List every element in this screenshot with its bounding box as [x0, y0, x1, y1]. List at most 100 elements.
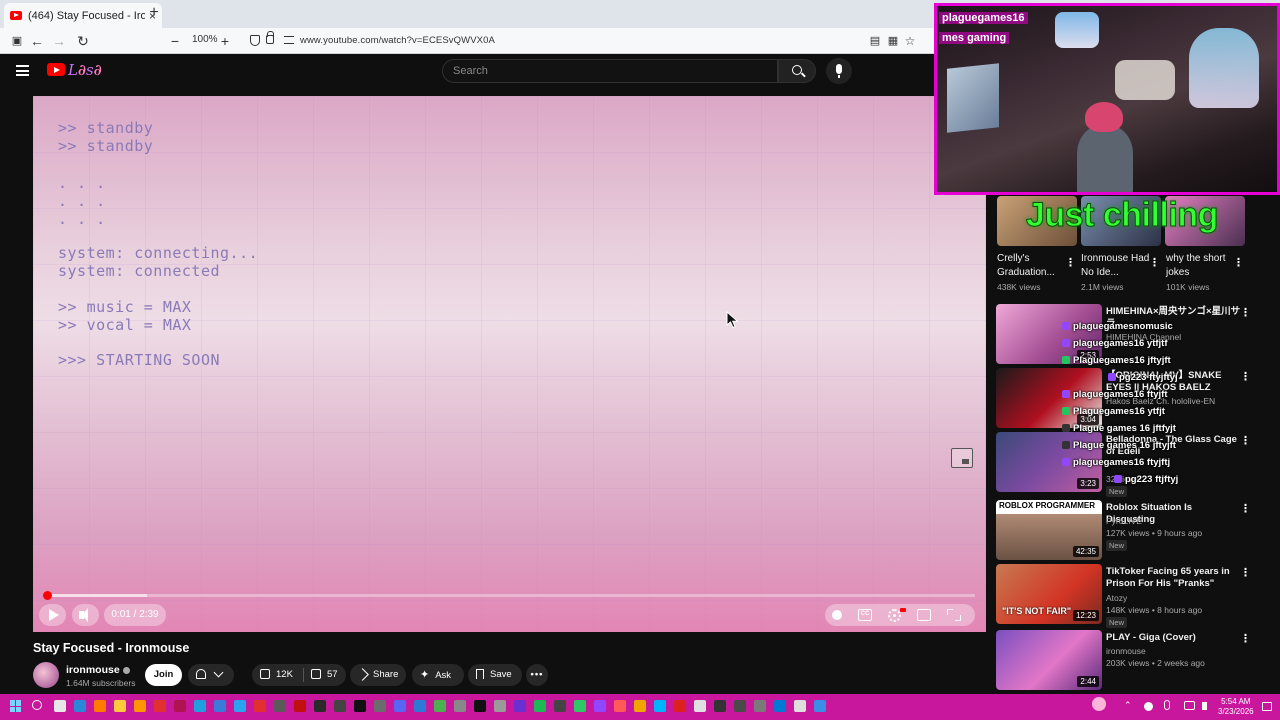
- custom-logo-art-icon[interactable]: L∂s∂: [68, 61, 102, 79]
- taskbar-app-icon[interactable]: [374, 700, 386, 712]
- taskbar-app-icon[interactable]: [274, 700, 286, 712]
- reload-button[interactable]: ↻: [74, 32, 92, 50]
- address-bar[interactable]: www.youtube.com/watch?v=ECESvQWVX0A: [300, 35, 495, 46]
- video-menu-icon[interactable]: ⋮: [1240, 434, 1251, 447]
- voice-search-button[interactable]: [826, 58, 852, 84]
- recommended-channel[interactable]: ironmouse: [1106, 646, 1146, 656]
- spotify-icon[interactable]: [534, 700, 546, 712]
- reader-view-icon[interactable]: ▤: [866, 32, 884, 50]
- browser-tab-youtube[interactable]: (464) Stay Focused - Ironmouse ×: [4, 3, 162, 28]
- video-menu-icon[interactable]: ⋮: [1240, 566, 1251, 579]
- notification-avatar-icon[interactable]: [1092, 697, 1106, 711]
- permissions-icon[interactable]: [284, 36, 294, 44]
- scrubber-handle[interactable]: [43, 591, 52, 600]
- short-title[interactable]: why the short jokes: [1166, 252, 1236, 280]
- taskbar-app-icon[interactable]: [414, 700, 426, 712]
- taskbar-app-icon[interactable]: [514, 700, 526, 712]
- forward-button[interactable]: →: [50, 32, 68, 50]
- theater-mode-icon[interactable]: [917, 609, 931, 621]
- obs-icon[interactable]: [354, 700, 366, 712]
- back-button[interactable]: ←: [28, 32, 46, 50]
- taskbar-app-icon[interactable]: [554, 700, 566, 712]
- taskbar-app-icon[interactable]: [74, 700, 86, 712]
- firefox-icon[interactable]: [134, 700, 146, 712]
- autoplay-toggle-icon[interactable]: [832, 610, 842, 620]
- taskbar-app-icon[interactable]: [734, 700, 746, 712]
- bookmark-star-icon[interactable]: ☆: [901, 32, 919, 50]
- chevron-up-icon[interactable]: ⌃: [1124, 700, 1134, 712]
- menu-icon[interactable]: [16, 65, 29, 76]
- subtitles-button[interactable]: CC: [858, 609, 872, 621]
- channel-avatar[interactable]: [33, 662, 59, 688]
- search-input[interactable]: Search: [442, 59, 778, 83]
- short-menu-icon[interactable]: ⋮: [1149, 256, 1160, 269]
- taskbar-app-icon[interactable]: [614, 700, 626, 712]
- video-thumbnail[interactable]: ROBLOX PROGRAMMER 42:35: [996, 500, 1102, 560]
- miniplayer-overlay-icon[interactable]: [951, 448, 973, 468]
- taskbar-app-icon[interactable]: [694, 700, 706, 712]
- short-title[interactable]: Ironmouse Had No Ide...: [1081, 252, 1151, 280]
- taskbar-app-icon[interactable]: [494, 700, 506, 712]
- taskbar-app-icon[interactable]: [254, 700, 266, 712]
- recommended-video[interactable]: ROBLOX PROGRAMMER 42:35 Roblox Situation…: [996, 500, 1256, 560]
- ask-button[interactable]: ✦ Ask: [412, 664, 464, 686]
- twitch-icon[interactable]: [594, 700, 606, 712]
- lock-icon[interactable]: [266, 31, 274, 44]
- zoom-level[interactable]: 100%: [192, 34, 218, 45]
- video-menu-icon[interactable]: ⋮: [1240, 370, 1251, 383]
- subscription-bell-button[interactable]: [188, 664, 234, 686]
- notification-center-icon[interactable]: [1262, 702, 1272, 711]
- discord-icon[interactable]: [394, 700, 406, 712]
- file-explorer-icon[interactable]: [114, 700, 126, 712]
- video-menu-icon[interactable]: ⋮: [1240, 632, 1251, 645]
- network-icon[interactable]: [1184, 701, 1195, 710]
- short-title[interactable]: Crelly's Graduation...: [997, 252, 1067, 280]
- channel-name[interactable]: ironmouse: [66, 664, 130, 676]
- recommended-title[interactable]: TikToker Facing 65 years in Prison For H…: [1106, 566, 1241, 590]
- taskbar-app-icon[interactable]: [234, 700, 246, 712]
- speaker-tray-icon[interactable]: [1202, 702, 1207, 710]
- video-menu-icon[interactable]: ⋮: [1240, 306, 1251, 319]
- recommended-title[interactable]: PLAY - Giga (Cover): [1106, 632, 1241, 644]
- taskbar-app-icon[interactable]: [154, 700, 166, 712]
- video-thumbnail[interactable]: "IT'S NOT FAIR" 12:23: [996, 564, 1102, 624]
- save-button[interactable]: Save: [468, 664, 522, 686]
- taskbar-app-icon[interactable]: [574, 700, 586, 712]
- short-menu-icon[interactable]: ⋮: [1233, 256, 1244, 269]
- taskbar-app-icon[interactable]: [794, 700, 806, 712]
- taskbar-search-icon[interactable]: [32, 700, 42, 710]
- screenshot-icon[interactable]: ▦: [884, 32, 902, 50]
- recommended-channel[interactable]: PyroLIVE: [1106, 516, 1142, 526]
- recommended-channel[interactable]: Atozy: [1106, 593, 1127, 603]
- play-button[interactable]: [39, 604, 66, 626]
- search-button[interactable]: [778, 59, 816, 83]
- like-button[interactable]: 12K: [260, 664, 293, 686]
- taskbar-app-icon[interactable]: [174, 700, 186, 712]
- task-view-icon[interactable]: [54, 700, 66, 712]
- taskbar-app-icon[interactable]: [654, 700, 666, 712]
- video-thumbnail[interactable]: 2:44: [996, 630, 1102, 690]
- cloud-icon[interactable]: [1144, 702, 1153, 711]
- tab-actions-icon[interactable]: ▣: [8, 32, 26, 50]
- taskbar-app-icon[interactable]: [814, 700, 826, 712]
- tracking-protection-icon[interactable]: [250, 35, 260, 46]
- taskbar-app-icon[interactable]: [94, 700, 106, 712]
- zoom-in-button[interactable]: +: [216, 32, 234, 50]
- channel-name-text[interactable]: ironmouse: [66, 664, 120, 676]
- taskbar-app-icon[interactable]: [714, 700, 726, 712]
- share-button[interactable]: Share: [350, 664, 406, 686]
- join-button[interactable]: Join: [145, 664, 182, 686]
- video-player[interactable]: >> standby >> standby . . . . . . . . . …: [33, 96, 986, 632]
- taskbar-app-icon[interactable]: [434, 700, 446, 712]
- fullscreen-icon[interactable]: [947, 609, 961, 621]
- microphone-tray-icon[interactable]: [1164, 700, 1170, 710]
- more-actions-button[interactable]: •••: [526, 664, 548, 686]
- taskbar-app-icon[interactable]: [634, 700, 646, 712]
- system-clock[interactable]: 5:54 AM 3/23/2026: [1218, 697, 1254, 717]
- taskbar-app-icon[interactable]: [474, 700, 486, 712]
- video-progress-bar[interactable]: [43, 591, 975, 600]
- taskbar-app-icon[interactable]: [294, 700, 306, 712]
- taskbar-app-icon[interactable]: [314, 700, 326, 712]
- edge-icon[interactable]: [214, 700, 226, 712]
- dislike-button[interactable]: 57: [311, 664, 338, 686]
